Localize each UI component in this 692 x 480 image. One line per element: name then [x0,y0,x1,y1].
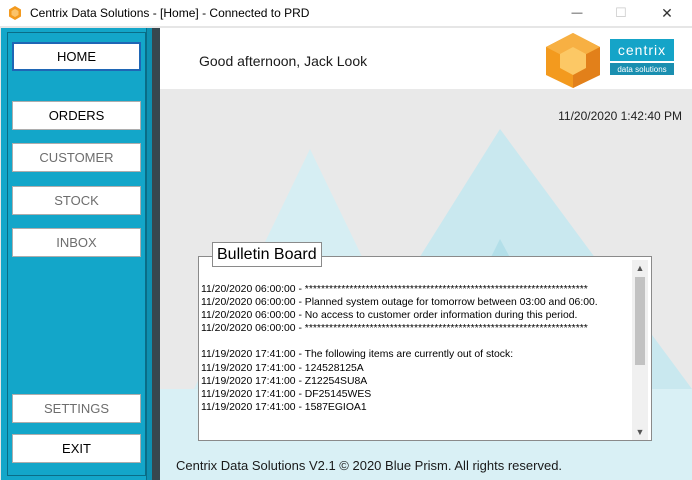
scroll-thumb[interactable] [635,277,645,365]
header: Good afternoon, Jack Look centrix data s… [160,28,692,89]
maximize-icon: ☐ [615,5,627,20]
minimize-button[interactable]: — [554,0,600,26]
bulletin-line: 11/20/2020 06:00:00 - Planned system out… [201,297,598,309]
maximize-button: ☐ [598,0,644,26]
inbox-button[interactable]: INBOX [11,227,142,258]
bulletin-board-title: Bulletin Board [212,242,322,267]
stock-button[interactable]: STOCK [11,185,142,216]
app-icon [9,6,21,20]
centrix-logo: centrix data solutions [542,31,680,89]
logo-hexagon-icon [546,33,600,88]
logo-wordmark: centrix [610,39,674,61]
logo-subtitle: data solutions [610,63,674,75]
orders-button[interactable]: ORDERS [11,100,142,131]
customer-button[interactable]: CUSTOMER [11,142,142,173]
bulletin-line: 11/19/2020 17:41:00 - DF25145WES [201,388,372,400]
bulletin-board-text[interactable]: 11/20/2020 06:00:00 - ******************… [201,283,631,439]
bulletin-line: 11/20/2020 06:00:00 - ******************… [201,323,588,335]
scroll-down-icon[interactable]: ▼ [632,424,648,440]
settings-button[interactable]: SETTINGS [11,393,142,424]
separator-strip [152,28,160,480]
minimize-icon: — [571,7,583,19]
bulletin-line: 11/20/2020 06:00:00 - ******************… [201,284,588,295]
bulletin-line: 11/19/2020 17:41:00 - Z12254SU8A [201,375,368,387]
bulletin-line: 11/19/2020 17:41:00 - The following item… [201,349,514,361]
footer-copyright: Centrix Data Solutions V2.1 © 2020 Blue … [176,458,563,473]
title-bar: Centrix Data Solutions - [Home] - Connec… [0,0,692,26]
window-title: Centrix Data Solutions - [Home] - Connec… [30,6,310,20]
close-button[interactable]: ✕ [644,0,690,26]
greeting-text: Good afternoon, Jack Look [199,53,368,69]
exit-button[interactable]: EXIT [11,433,142,464]
main-panel: Good afternoon, Jack Look centrix data s… [160,28,692,480]
close-icon: ✕ [661,4,673,21]
bulletin-line: 11/19/2020 17:41:00 - 124528125A [201,362,364,374]
current-datetime: 11/20/2020 1:42:40 PM [558,109,682,123]
home-button[interactable]: HOME [11,41,142,72]
bulletin-line: 11/20/2020 06:00:00 - No access to custo… [201,310,578,322]
bulletin-line: 11/19/2020 17:41:00 - 1587EGIOA1 [201,401,367,413]
scroll-up-icon[interactable]: ▲ [632,260,648,276]
bulletin-scrollbar[interactable]: ▲ ▼ [632,260,648,440]
bulletin-line [201,335,631,348]
